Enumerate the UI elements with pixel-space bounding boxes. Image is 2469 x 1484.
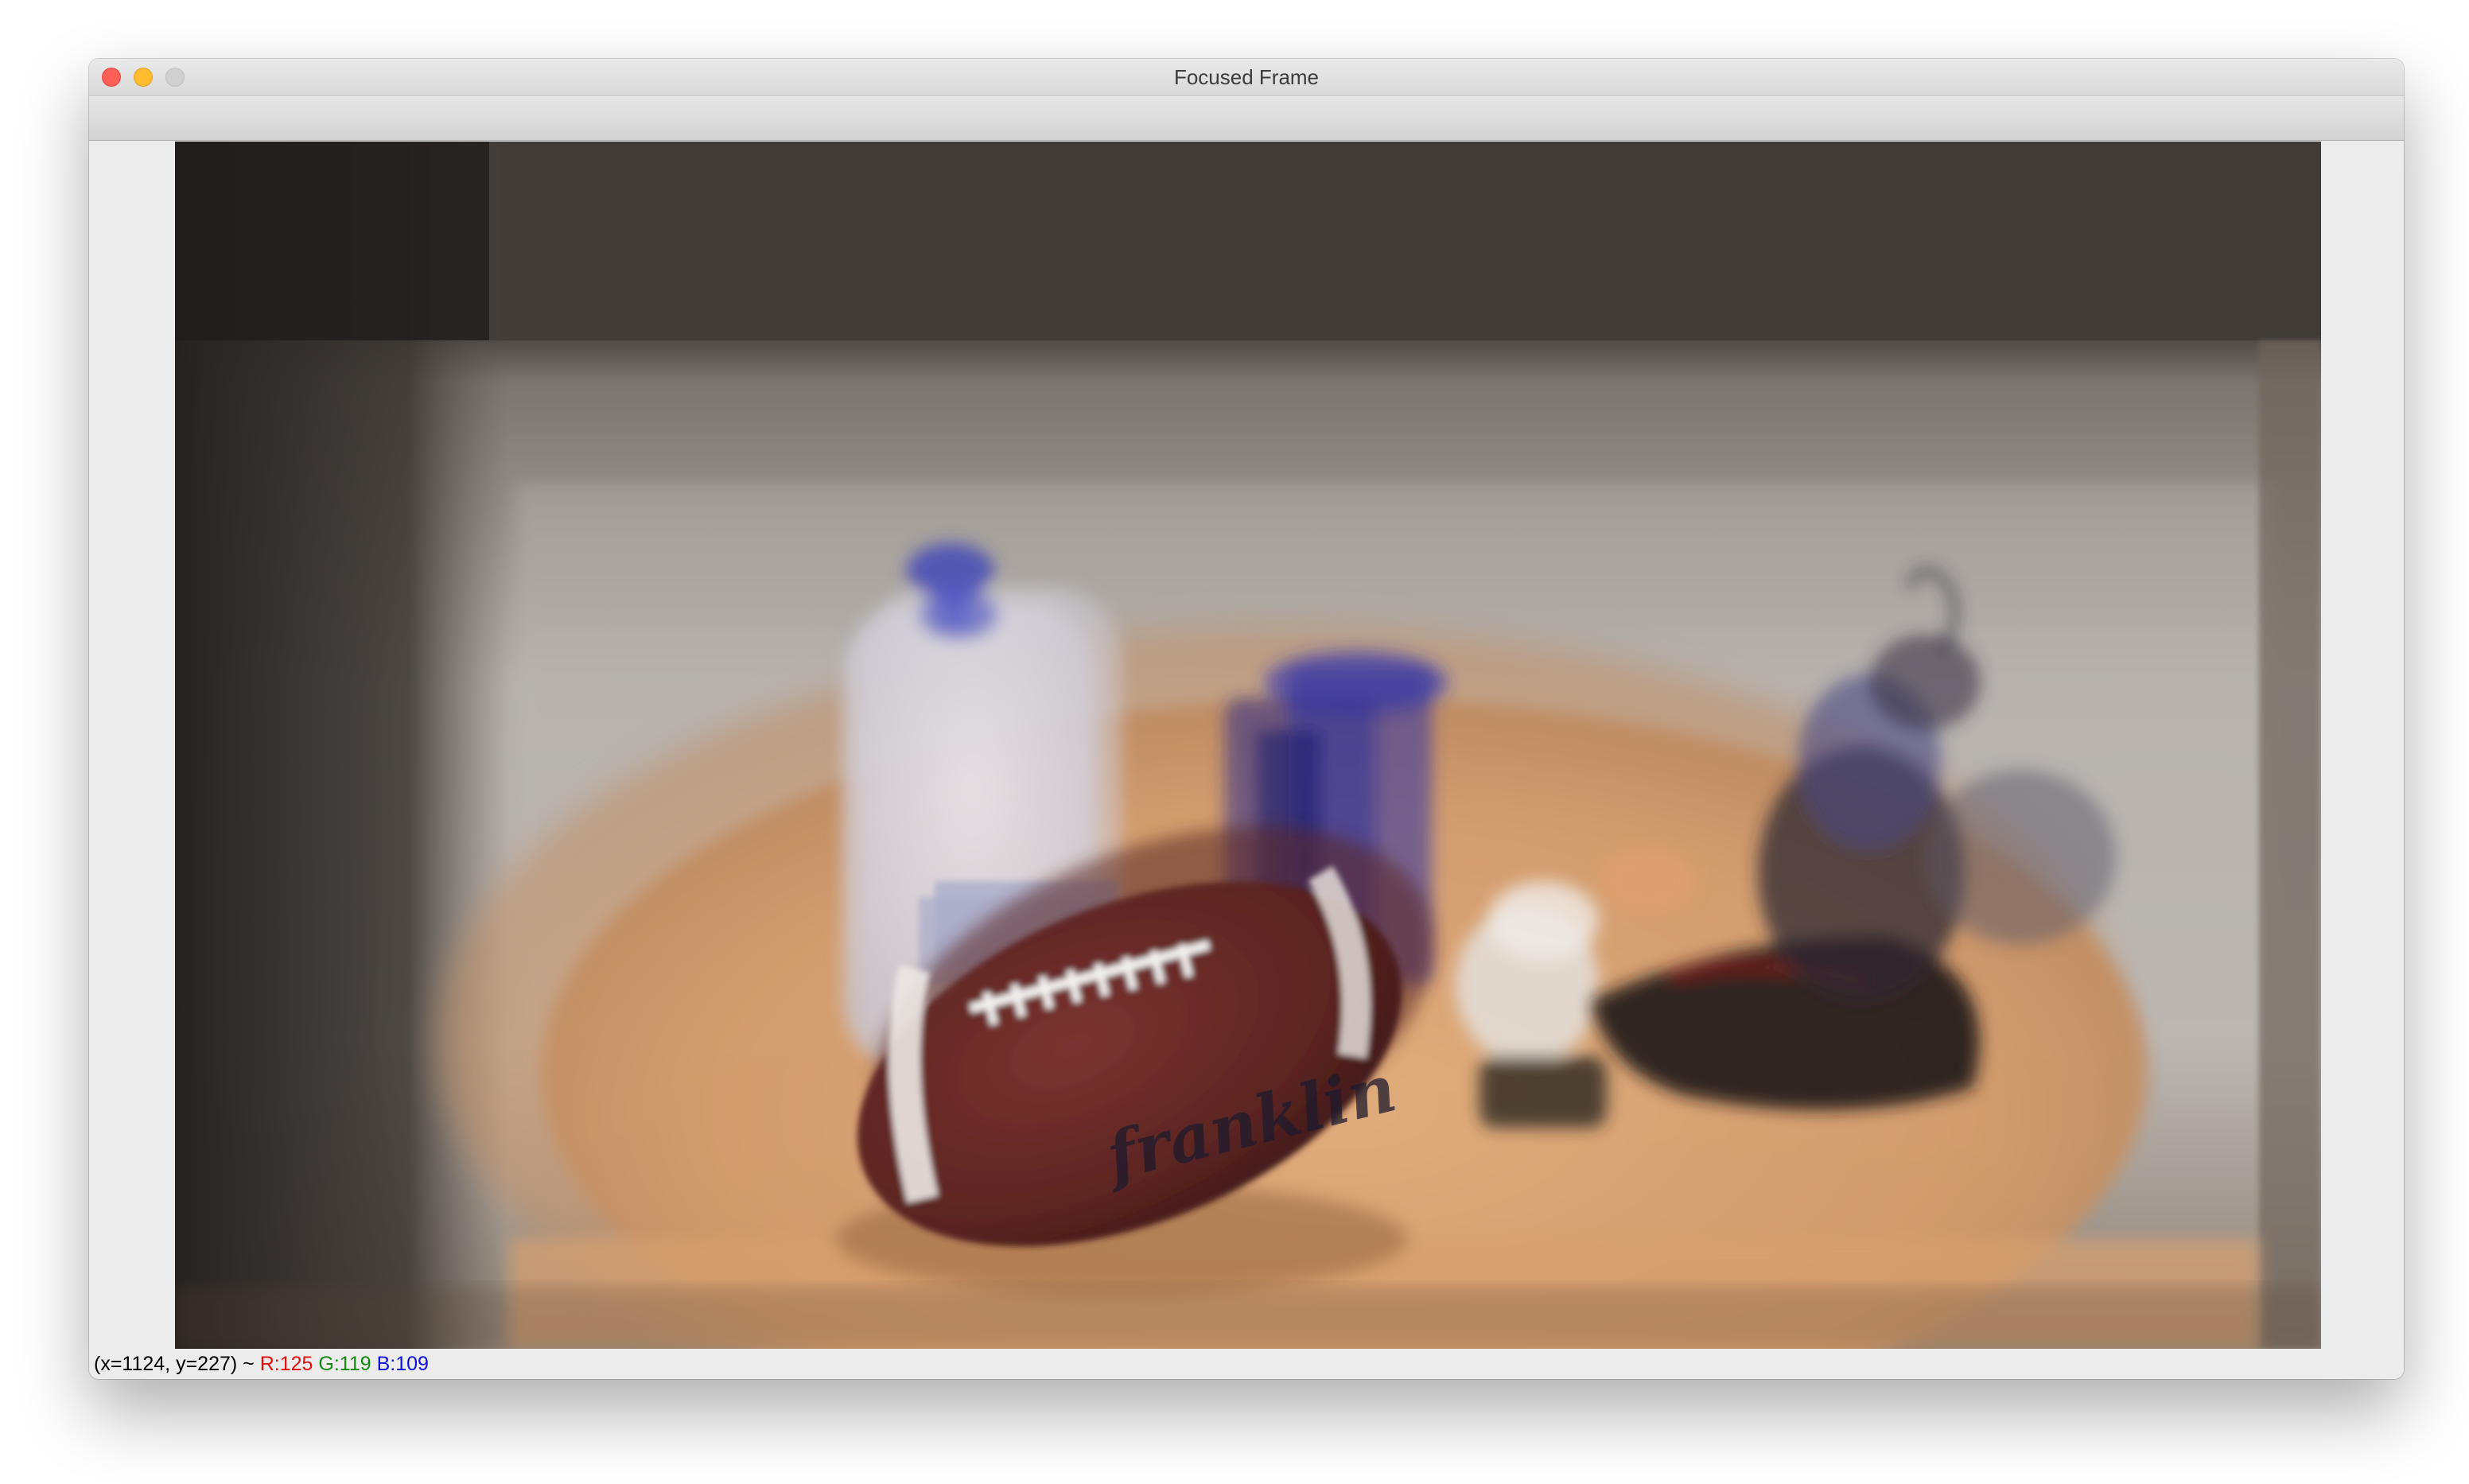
app-window: Focused Frame franklin (x=1124, y=227) ~… [89,59,2404,1379]
red-value: R:125 [259,1353,313,1375]
window-title: Focused Frame [1173,65,1320,89]
green-value: G:119 [318,1353,371,1375]
status-bar: (x=1124, y=227) ~ R:125 G:119 B:109 [94,1350,429,1377]
blue-value: B:109 [376,1353,429,1375]
title-bar: Focused Frame [89,59,2404,96]
toolbar [89,96,2404,141]
image-canvas[interactable]: franklin [175,142,2321,1349]
focused-frame-image: franklin [175,142,2321,1349]
cursor-coords: (x=1124, y=227) ~ [94,1353,255,1375]
